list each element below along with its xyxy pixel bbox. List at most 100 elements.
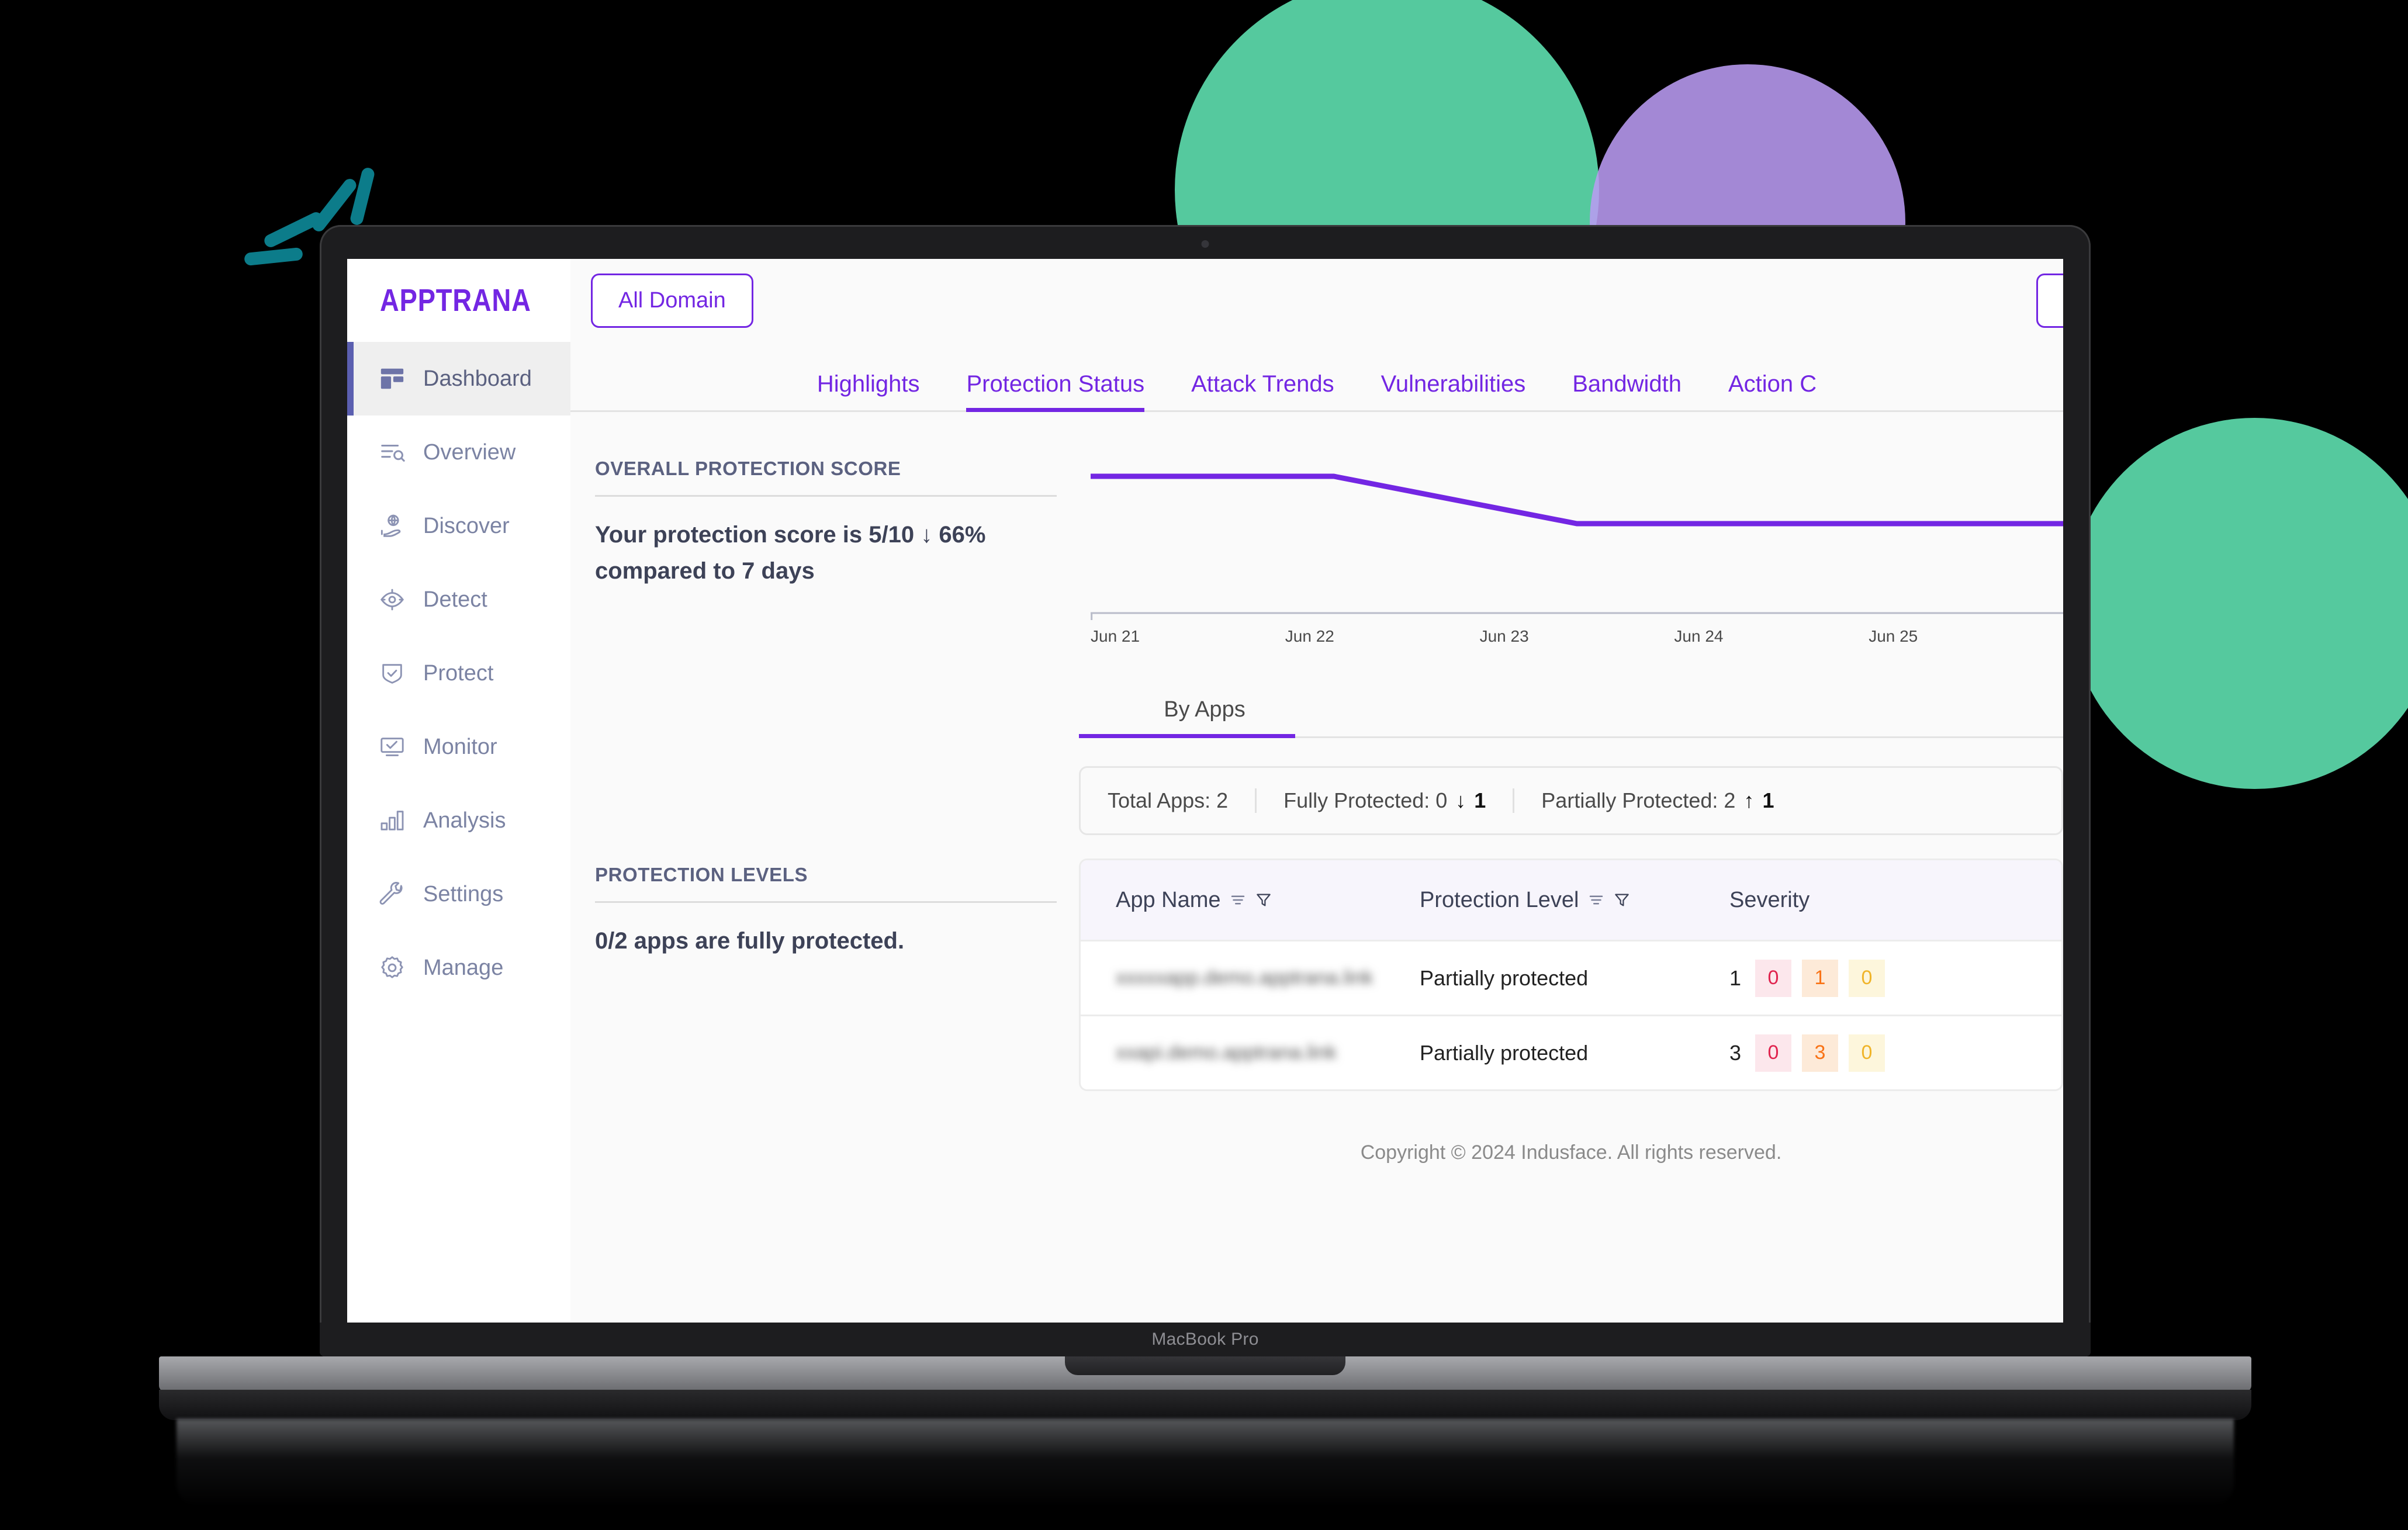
trend-down-icon: ↓: [1455, 788, 1466, 812]
table-row[interactable]: xxapi.demo.apptrana.link Partially prote…: [1081, 1015, 2061, 1089]
severity-total: 1: [1729, 965, 1742, 990]
apptrana-dashboard-app: APPTRANA Dashboard Overview Discover Det…: [347, 259, 2063, 1323]
severity-badge-low: 0: [1849, 1034, 1885, 1072]
laptop-reflection: [177, 1419, 2234, 1507]
cell-protection-level: Partially protected: [1420, 965, 1589, 990]
monitor-icon: [379, 733, 406, 760]
detect-icon: [379, 586, 406, 613]
protection-levels-summary: 0/2 apps are fully protected.: [595, 928, 905, 954]
stat-label: Fully Protected: 0: [1283, 788, 1448, 812]
trend-down-icon: [921, 522, 932, 548]
sidebar-item-manage[interactable]: Manage: [347, 931, 570, 1005]
x-tick: Jun 24: [1674, 627, 1724, 645]
protection-score-chart: Jun 21 Jun 22 Jun 23 Jun 24 Jun 25: [1079, 427, 2063, 667]
sidebar-item-label: Manage: [423, 955, 504, 980]
trend-up-icon: ↑: [1743, 788, 1755, 812]
cell-protection-level: Partially protected: [1420, 1040, 1589, 1065]
severity-total: 3: [1729, 1040, 1742, 1065]
tab-bandwidth[interactable]: Bandwidth: [1572, 371, 1682, 410]
sidebar-item-label: Dashboard: [423, 366, 532, 391]
dashboard-icon: [379, 365, 406, 392]
main-content: All Domain La Highlights Protection Stat…: [570, 259, 2063, 1323]
column-label: App Name: [1116, 887, 1221, 912]
protection-score-text: Your protection score is 5/10 66% compar…: [595, 517, 1079, 589]
tab-attack-trends[interactable]: Attack Trends: [1191, 371, 1334, 410]
sidebar-item-dashboard[interactable]: Dashboard: [347, 342, 570, 416]
dashboard-body: OVERALL PROTECTION SCORE Your protection…: [570, 412, 2063, 1323]
column-header-protection-level[interactable]: Protection Level: [1420, 888, 1729, 913]
sidebar-item-protect[interactable]: Protect: [347, 636, 570, 710]
sidebar-item-label: Overview: [423, 439, 516, 465]
protection-score-line2: compared to 7 days: [595, 558, 815, 584]
macbook-mockup: APPTRANA Dashboard Overview Discover Det…: [159, 225, 2251, 1507]
sidebar-item-detect[interactable]: Detect: [347, 563, 570, 636]
sidebar-item-label: Protect: [423, 660, 494, 686]
protection-levels-panel: PROTECTION LEVELS 0/2 apps are fully pro…: [595, 864, 1079, 959]
app-name-value: xxapi.demo.apptrana.link: [1116, 1041, 1337, 1064]
cell-app-name: xxapi.demo.apptrana.link: [1081, 1041, 1420, 1064]
apps-table: App Name Protection Level Severity xxxxx…: [1079, 859, 2063, 1091]
chart-plot-area: [1091, 427, 2063, 620]
shield-check-icon: [379, 660, 406, 687]
app-name-value: xxxxxapp.demo.apptrana.link: [1116, 967, 1373, 989]
all-domain-button[interactable]: All Domain: [591, 273, 753, 328]
severity-badge-medium: 1: [1802, 959, 1838, 997]
stat-label: Total Apps: 2: [1108, 788, 1229, 812]
date-range-button[interactable]: La: [2036, 273, 2063, 328]
laptop-bezel-top: [320, 225, 2091, 259]
severity-badge-low: 0: [1849, 959, 1885, 997]
sidebar-item-label: Analysis: [423, 808, 506, 833]
sidebar-item-label: Monitor: [423, 734, 497, 759]
stat-delta: 1: [1474, 788, 1486, 812]
sidebar-item-settings[interactable]: Settings: [347, 857, 570, 931]
right-column: Jun 21 Jun 22 Jun 23 Jun 24 Jun 25 By Ap…: [1079, 412, 2063, 1323]
x-tick: Jun 23: [1479, 627, 1529, 645]
laptop-lid: APPTRANA Dashboard Overview Discover Det…: [320, 225, 2091, 1356]
panel-title: PROTECTION LEVELS: [595, 864, 808, 885]
tab-protection-status[interactable]: Protection Status: [966, 371, 1144, 412]
severity-badge-high: 0: [1755, 959, 1791, 997]
column-header-severity: Severity: [1729, 888, 2061, 913]
footer-copyright: Copyright © 2024 Indusface. All rights r…: [1360, 1141, 1782, 1164]
chart-x-axis-labels: Jun 21 Jun 22 Jun 23 Jun 24 Jun 25: [1091, 627, 2063, 646]
severity-badge-high: 0: [1755, 1034, 1791, 1072]
tab-highlights[interactable]: Highlights: [817, 371, 920, 410]
gear-icon: [379, 954, 406, 981]
topbar: All Domain La: [570, 259, 2063, 342]
table-row[interactable]: xxxxxapp.demo.apptrana.link Partially pr…: [1081, 940, 2061, 1015]
sidebar-item-label: Discover: [423, 513, 510, 538]
sidebar-item-label: Settings: [423, 881, 504, 906]
severity-badge-medium: 3: [1802, 1034, 1838, 1072]
webcam-icon: [1201, 240, 1209, 248]
laptop-screen: APPTRANA Dashboard Overview Discover Det…: [347, 259, 2063, 1323]
brand-logo[interactable]: APPTRANA: [347, 259, 570, 342]
stat-total-apps: Total Apps: 2: [1081, 788, 1255, 813]
column-label: Protection Level: [1420, 887, 1579, 912]
stat-partially-protected: Partially Protected: 2 ↑ 1: [1513, 788, 1801, 813]
dashboard-tabs: Highlights Protection Status Attack Tren…: [570, 342, 2063, 412]
sort-icon[interactable]: [1587, 891, 1605, 909]
cell-severity: 3 0 3 0: [1729, 1034, 2061, 1072]
sidebar-item-overview[interactable]: Overview: [347, 416, 570, 489]
filter-icon[interactable]: [1255, 891, 1272, 909]
tab-by-apps[interactable]: By Apps: [1079, 684, 1330, 738]
protection-score-line1: Your protection score is 5/10: [595, 522, 915, 548]
sidebar-item-analysis[interactable]: Analysis: [347, 784, 570, 857]
cell-app-name: xxxxxapp.demo.apptrana.link: [1081, 967, 1420, 989]
tab-vulnerabilities[interactable]: Vulnerabilities: [1381, 371, 1526, 410]
column-header-app-name[interactable]: App Name: [1081, 888, 1420, 913]
x-tick: Jun 21: [1091, 627, 1140, 645]
panel-title: OVERALL PROTECTION SCORE: [595, 458, 901, 479]
sidebar-item-monitor[interactable]: Monitor: [347, 710, 570, 784]
sidebar-item-discover[interactable]: Discover: [347, 489, 570, 563]
sort-icon[interactable]: [1229, 891, 1247, 909]
discover-icon: [379, 513, 406, 539]
protection-score-trend: 66%: [939, 522, 986, 548]
divider: [595, 901, 1057, 903]
tab-action-center[interactable]: Action C: [1728, 371, 1817, 410]
screenshot-stage: APPTRANA Dashboard Overview Discover Det…: [0, 0, 2408, 1530]
stat-label: Partially Protected: 2: [1541, 788, 1736, 812]
decorative-circle-green-right: [2069, 418, 2408, 789]
table-header-row: App Name Protection Level Severity: [1081, 860, 2061, 940]
filter-icon[interactable]: [1613, 891, 1631, 909]
